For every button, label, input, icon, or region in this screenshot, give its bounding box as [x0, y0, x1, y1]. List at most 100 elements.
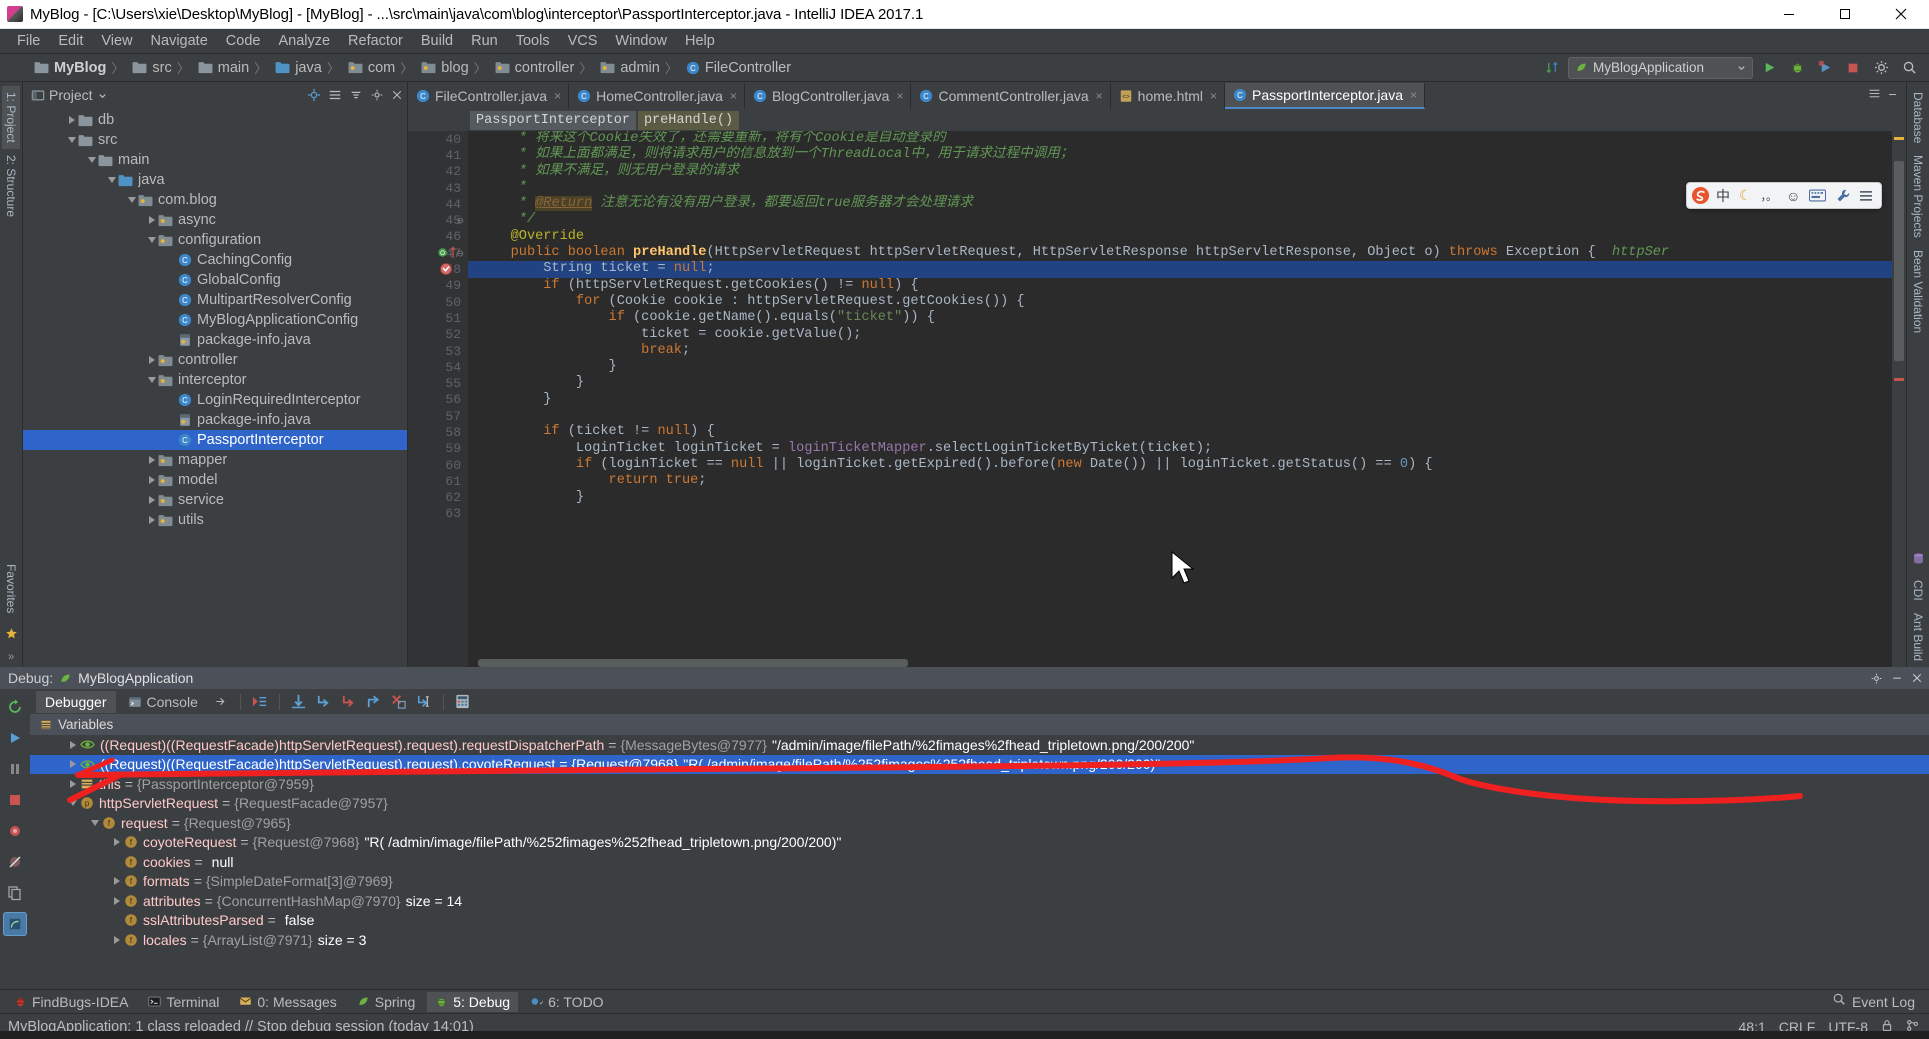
variable-twisty[interactable] — [66, 779, 80, 788]
variables-tree[interactable]: ((Request)((RequestFacade)httpServletReq… — [30, 735, 1929, 989]
tree-twisty[interactable] — [145, 216, 158, 224]
event-log-icon[interactable] — [1832, 992, 1846, 1011]
menu-vcs[interactable]: VCS — [559, 31, 607, 51]
variable-row[interactable]: f attributes = {ConcurrentHashMap@7970} size… — [30, 891, 1929, 911]
variable-row[interactable]: f locales = {ArrayList@7971} size = 3 — [30, 930, 1929, 950]
variable-twisty[interactable] — [110, 838, 124, 847]
breadcrumb-controller[interactable]: controller — [491, 57, 578, 79]
gutter-line-45[interactable]: ⊖ 45 — [408, 212, 468, 228]
stop-program-icon[interactable] — [3, 788, 27, 812]
variable-row[interactable]: f cookies = null — [30, 852, 1929, 872]
menu-code[interactable]: Code — [217, 31, 270, 51]
tree-node-utils[interactable]: utils — [23, 510, 407, 530]
tree-twisty[interactable] — [65, 116, 78, 124]
gutter-line-46[interactable]: 46 — [408, 229, 468, 245]
tree-node-multipartresolverconfig[interactable]: C MultipartResolverConfig — [23, 290, 407, 310]
expand-rail-icon[interactable]: » — [8, 651, 14, 667]
rail-tab-structure[interactable]: 2: Structure — [2, 149, 20, 223]
gutter-line-51[interactable]: 51 — [408, 310, 468, 326]
code-line-48[interactable]: String ticket = null; — [468, 261, 1906, 278]
code-line-58[interactable]: if (ticket != null) { — [468, 424, 1906, 440]
minimize-button[interactable] — [1761, 0, 1817, 29]
event-log-label[interactable]: Event Log — [1852, 994, 1915, 1010]
copy-icon[interactable] — [3, 881, 27, 905]
gutter-line-56[interactable]: 56 — [408, 392, 468, 408]
code-line-54[interactable]: } — [468, 359, 1906, 375]
code-line-52[interactable]: ticket = cookie.getValue(); — [468, 327, 1906, 343]
gutter-line-61[interactable]: 61 — [408, 473, 468, 489]
tree-twisty[interactable] — [105, 177, 118, 183]
variable-twisty[interactable] — [88, 819, 102, 826]
variable-row[interactable]: this = {PassportInterceptor@7959} — [30, 774, 1929, 794]
step-into-icon[interactable] — [313, 692, 335, 712]
tool-window-terminal[interactable]: Terminal — [140, 992, 227, 1012]
run-to-cursor-icon[interactable] — [413, 692, 435, 712]
gutter-line-50[interactable]: 50 — [408, 294, 468, 310]
menu-help[interactable]: Help — [676, 31, 724, 51]
tree-node-myblogapplicationconfig[interactable]: C MyBlogApplicationConfig — [23, 310, 407, 330]
variable-row[interactable]: f coyoteRequest = {Request@7968} "R( /admin/… — [30, 833, 1929, 853]
breadcrumb-java[interactable]: java — [271, 57, 325, 79]
tree-node-loginrequiredinterceptor[interactable]: C LoginRequiredInterceptor — [23, 390, 407, 410]
tree-node-model[interactable]: model — [23, 470, 407, 490]
variable-row[interactable]: f formats = {SimpleDateFormat[3]@7969} — [30, 872, 1929, 892]
close-tab-icon[interactable]: × — [730, 89, 737, 103]
scrollbar-thumb[interactable] — [1894, 161, 1904, 361]
view-breakpoints-icon[interactable] — [3, 819, 27, 843]
tree-node-src[interactable]: src — [23, 130, 407, 150]
pane-settings-icon[interactable] — [370, 88, 384, 102]
code-line-51[interactable]: if (cookie.getName().equals("ticket")) { — [468, 310, 1906, 326]
expand-all-icon[interactable] — [328, 88, 342, 102]
tree-node-main[interactable]: main — [23, 150, 407, 170]
tree-twisty[interactable] — [145, 476, 158, 484]
breadcrumb-admin[interactable]: admin — [596, 57, 663, 79]
breadcrumb-class[interactable]: PassportInterceptor — [470, 110, 636, 130]
variable-twisty[interactable] — [110, 877, 124, 886]
gutter-line-55[interactable]: 55 — [408, 375, 468, 391]
close-tab-icon[interactable]: × — [1210, 89, 1217, 103]
resume-program-icon[interactable] — [3, 726, 27, 750]
menu-tools[interactable]: Tools — [507, 31, 559, 51]
show-execution-point-icon[interactable] — [249, 692, 271, 712]
editor-tab-blogcontroller-java[interactable]: C BlogController.java × — [744, 83, 912, 109]
tool-window-5-debug[interactable]: 5: Debug — [427, 991, 519, 1012]
pause-program-icon[interactable] — [3, 757, 27, 781]
code-line-40[interactable]: * 将来这个Cookie失效了，还需要重新，将有个Cookie是自动登录的 — [468, 131, 1906, 147]
code-line-59[interactable]: LoginTicket loginTicket = loginTicketMap… — [468, 441, 1906, 457]
rail-tab-database[interactable]: Database — [1909, 86, 1927, 149]
maximize-button[interactable] — [1817, 0, 1873, 29]
tree-twisty[interactable] — [145, 516, 158, 524]
editor-scrollbar[interactable] — [1892, 131, 1906, 667]
collapse-all-icon[interactable] — [349, 88, 363, 102]
menu-refactor[interactable]: Refactor — [339, 31, 412, 51]
gutter-line-42[interactable]: 42 — [408, 164, 468, 180]
mute-breakpoints-icon[interactable] — [3, 850, 27, 874]
menu-build[interactable]: Build — [412, 31, 462, 51]
variable-row[interactable]: p httpServletRequest = {RequestFacade@7957} — [30, 794, 1929, 814]
pin-tab-icon[interactable] — [210, 692, 232, 712]
run-with-coverage-button[interactable] — [1813, 57, 1837, 79]
hide-pane-icon[interactable] — [391, 89, 403, 101]
tree-node-db[interactable]: db — [23, 110, 407, 130]
step-over-icon[interactable] — [288, 692, 310, 712]
gutter-line-54[interactable]: 54 — [408, 359, 468, 375]
tree-node-mapper[interactable]: mapper — [23, 450, 407, 470]
variable-twisty[interactable] — [66, 760, 80, 769]
code-line-62[interactable]: } — [468, 490, 1906, 506]
variable-twisty[interactable] — [110, 935, 124, 944]
update-project-icon[interactable] — [1540, 57, 1564, 79]
tree-node-globalconfig[interactable]: C GlobalConfig — [23, 270, 407, 290]
ime-menu-icon[interactable] — [1857, 190, 1877, 202]
sogou-logo-icon[interactable] — [1691, 186, 1710, 205]
run-configuration-selector[interactable]: MyBlogApplication — [1568, 56, 1753, 79]
editor-tab-home-html[interactable]: <> home.html × — [1110, 83, 1226, 109]
code-line-56[interactable]: } — [468, 392, 1906, 408]
code-line-49[interactable]: if (httpServletRequest.getCookies() != n… — [468, 278, 1906, 294]
tree-node-configuration[interactable]: configuration — [23, 230, 407, 250]
ime-floating-toolbar[interactable]: 中 ☾ ，。 ☺ — [1686, 182, 1882, 209]
close-tab-icon[interactable]: × — [1096, 89, 1103, 103]
drop-frame-icon[interactable] — [388, 692, 410, 712]
tool-window-0-messages[interactable]: 0: Messages — [231, 992, 344, 1012]
variable-row[interactable]: f request = {Request@7965} — [30, 813, 1929, 833]
tree-node-async[interactable]: async — [23, 210, 407, 230]
